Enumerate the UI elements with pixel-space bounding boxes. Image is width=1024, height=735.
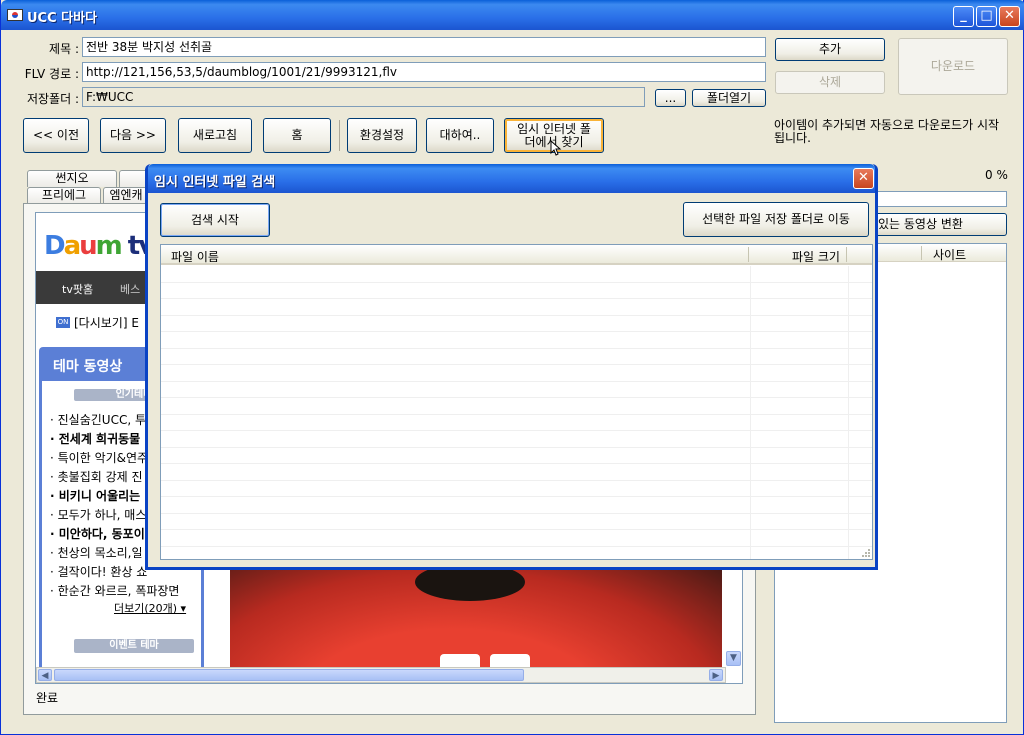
tab-freeegg[interactable]: 프리에그 [27, 187, 101, 204]
progress-percent: 0 % [985, 168, 1008, 182]
maximize-button[interactable]: □ [976, 6, 997, 27]
dialog-title: 임시 인터넷 파일 검색 [154, 175, 276, 190]
theme-item[interactable]: · 전세계 희귀동물 [50, 430, 158, 449]
title-input[interactable]: 전반 38분 박지성 선취골 [82, 37, 766, 57]
theme-item[interactable]: · 모두가 하나, 매스 [50, 506, 158, 525]
theme-item[interactable]: · 진실숨긴UCC, 투 [50, 411, 158, 430]
horizontal-scrollbar[interactable]: ◀ ▶ [36, 667, 726, 683]
theme-item[interactable]: · 한순간 와르르, 폭파장면 [50, 582, 200, 601]
window-title: UCC 다바다 [27, 11, 98, 26]
replay-link[interactable]: [다시보기] E [74, 314, 139, 331]
tab-mnca[interactable]: 엠엔캐 [103, 187, 149, 204]
column-site[interactable]: 사이트 [933, 246, 966, 263]
temp-file-search-dialog: 임시 인터넷 파일 검색 ✕ 검색 시작 선택한 파일 저장 폴더로 이동 파일… [145, 164, 878, 570]
move-to-save-folder-button[interactable]: 선택한 파일 저장 폴더로 이동 [683, 202, 869, 237]
dialog-title-bar: 임시 인터넷 파일 검색 ✕ [148, 164, 875, 193]
resize-grip-icon[interactable] [861, 547, 871, 557]
toolbar-divider [339, 120, 340, 151]
prev-button[interactable]: << 이전 [23, 118, 89, 153]
download-button[interactable]: 다운로드 [898, 38, 1008, 95]
save-folder-label: 저장폴더 : [26, 92, 79, 106]
theme-item[interactable]: · 특이한 악기&연주 [50, 449, 158, 468]
home-button[interactable]: 홈 [263, 118, 331, 153]
daum-logo: Daum tv [44, 231, 155, 261]
scroll-right-icon[interactable]: ▶ [709, 669, 723, 681]
about-button[interactable]: 대하여.. [426, 118, 494, 153]
dialog-close-button[interactable]: ✕ [853, 168, 874, 189]
app-icon [7, 9, 23, 21]
refresh-button[interactable]: 새로고침 [178, 118, 252, 153]
nav-tvpot-home[interactable]: tv팟홈 [62, 281, 93, 297]
scroll-down-icon[interactable]: ▼ [726, 651, 741, 666]
on-badge: ON [56, 317, 70, 328]
settings-button[interactable]: 환경설정 [347, 118, 417, 153]
theme-item[interactable]: · 촛불집회 강제 진 [50, 468, 158, 487]
next-button[interactable]: 다음 >> [100, 118, 166, 153]
file-list[interactable]: 파일 이름 파일 크기 [160, 244, 873, 560]
column-file-name[interactable]: 파일 이름 [171, 248, 219, 265]
nav-best[interactable]: 베스 [120, 281, 140, 297]
add-button[interactable]: 추가 [775, 38, 885, 61]
tab-sunjio[interactable]: 썬지오 [27, 170, 117, 187]
more-themes-link[interactable]: 더보기(20개) ▾ [114, 600, 186, 616]
close-button[interactable]: ✕ [999, 6, 1020, 27]
convert-video-button[interactable]: 있는 동영상 변환 [874, 213, 1007, 236]
flv-path-input[interactable]: http://121,156,53,5/daumblog/1001/21/999… [82, 62, 766, 82]
web-nav-bar: tv팟홈 베스 [36, 271, 156, 304]
mouse-cursor-icon [550, 139, 562, 156]
theme-item[interactable]: · 걸작이다! 환상 쇼 [50, 563, 158, 582]
theme-list: · 진실숨긴UCC, 투 · 전세계 희귀동물 · 특이한 악기&연주 · 촛불… [50, 411, 179, 601]
scroll-thumb[interactable] [54, 669, 524, 681]
search-start-button[interactable]: 검색 시작 [160, 203, 270, 237]
flv-path-label: FLV 경로 : [24, 67, 79, 81]
status-text: 완료 [36, 691, 59, 705]
save-folder-input[interactable]: F:₩UCC [82, 87, 645, 107]
file-list-rows [161, 266, 872, 547]
column-divider [748, 247, 749, 262]
column-divider [846, 247, 847, 262]
theme-item[interactable]: · 천상의 목소리,일 [50, 544, 158, 563]
event-theme-pill: 이벤트 테마 [74, 639, 194, 653]
theme-item[interactable]: · 비키니 어울리는 [50, 487, 158, 506]
title-bar: UCC 다바다 _ □ ✕ [1, 0, 1024, 30]
column-divider [921, 246, 922, 260]
title-label: 제목 : [49, 42, 79, 56]
auto-download-info: 아이템이 추가되면 자동으로 다운로드가 시작됩니다. [774, 118, 1000, 145]
browse-button[interactable]: ... [655, 89, 686, 107]
open-folder-button[interactable]: 폴더열기 [692, 89, 766, 107]
column-file-size[interactable]: 파일 크기 [792, 248, 840, 265]
theme-item[interactable]: · 미안하다, 동포이 [50, 525, 158, 544]
file-list-header: 파일 이름 파일 크기 [161, 245, 872, 265]
scroll-left-icon[interactable]: ◀ [38, 669, 52, 681]
minimize-button[interactable]: _ [953, 6, 974, 27]
progress-bar [874, 191, 1007, 207]
delete-button[interactable]: 삭제 [775, 71, 885, 94]
